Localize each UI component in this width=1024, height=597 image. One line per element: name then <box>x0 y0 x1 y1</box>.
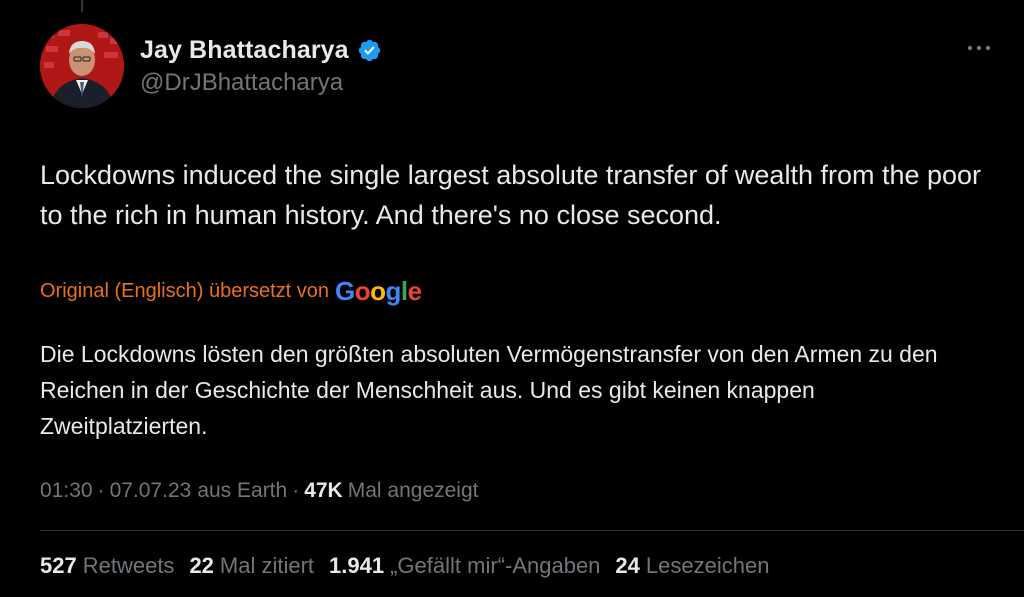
tweet-meta: 01:30 · 07.07.23 aus Earth · 47K Mal ang… <box>40 479 478 503</box>
likes-count: 1.941 <box>329 553 385 578</box>
tweet-location: aus Earth <box>197 479 288 502</box>
author-info: Jay Bhattacharya @DrJBhattacharya <box>140 34 382 97</box>
engagement-stats: 527 Retweets 22 Mal zitiert 1.941 „Gefäl… <box>40 553 784 579</box>
thread-connector-line <box>81 0 83 12</box>
avatar[interactable] <box>40 24 124 108</box>
tweet-time[interactable]: 01:30 <box>40 479 93 503</box>
tweet-date[interactable]: 07.07.23 <box>110 479 192 503</box>
author-name-row: Jay Bhattacharya <box>140 34 382 66</box>
more-horizontal-icon[interactable] <box>966 40 992 56</box>
author-display-name[interactable]: Jay Bhattacharya <box>140 36 349 65</box>
quotes-count: 22 <box>189 553 214 578</box>
verified-badge-icon[interactable] <box>357 38 382 63</box>
quotes-stat[interactable]: 22 Mal zitiert <box>189 553 314 579</box>
meta-separator: · <box>292 479 300 502</box>
translated-tweet-text: Die Lockdowns lösten den größten absolut… <box>40 341 938 439</box>
google-logo: Google <box>335 275 422 306</box>
tweet-text: Lockdowns induced the single largest abs… <box>40 160 982 230</box>
bookmarks-stat[interactable]: 24 Lesezeichen <box>615 553 769 579</box>
likes-label: „Gefällt mir“-Angaben <box>390 553 601 578</box>
translation-label[interactable]: Original (Englisch) übersetzt von <box>40 280 329 303</box>
author-handle[interactable]: @DrJBhattacharya <box>140 69 382 97</box>
retweets-count: 527 <box>40 553 77 578</box>
retweets-stat[interactable]: 527 Retweets <box>40 553 174 579</box>
divider <box>40 530 1024 531</box>
views-label: Mal angezeigt <box>347 479 479 502</box>
translation-attribution: Original (Englisch) übersetzt von Google <box>40 274 422 308</box>
bookmarks-count: 24 <box>615 553 640 578</box>
likes-stat[interactable]: 1.941 „Gefällt mir“-Angaben <box>329 553 600 579</box>
views-count: 47K <box>304 479 343 502</box>
retweets-label: Retweets <box>82 553 175 578</box>
meta-separator: · <box>97 479 105 502</box>
bookmarks-label: Lesezeichen <box>645 553 770 578</box>
quotes-label: Mal zitiert <box>219 553 315 578</box>
